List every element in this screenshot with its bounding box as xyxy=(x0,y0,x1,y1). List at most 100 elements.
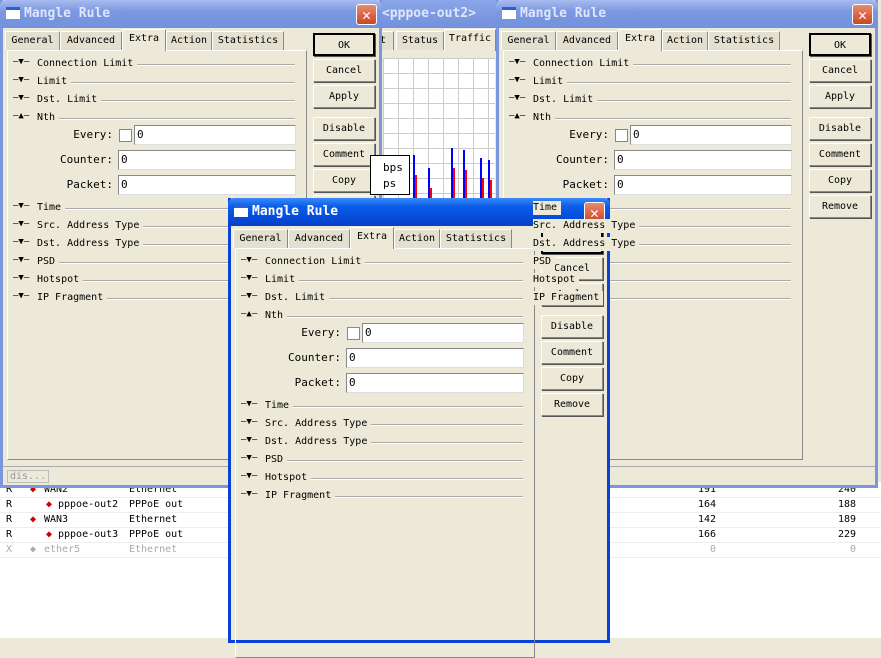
every-input[interactable]: 0 xyxy=(362,323,524,343)
tab-advanced[interactable]: Advanced xyxy=(288,229,350,248)
section-limit[interactable]: —▼— Limit xyxy=(241,273,523,287)
tab-advanced[interactable]: Advanced xyxy=(556,31,618,50)
tab-general[interactable]: General xyxy=(5,31,60,50)
ok-button[interactable]: OK xyxy=(809,33,871,56)
every-checkbox[interactable] xyxy=(119,129,132,142)
section-src-address-type[interactable]: —▼—Src. Address Type xyxy=(241,417,523,431)
section-connection-limit[interactable]: —▼— Connection Limit xyxy=(13,57,295,71)
expand-arrow-icon[interactable]: —▼— xyxy=(241,489,261,499)
cancel-button[interactable]: Cancel xyxy=(809,59,871,82)
section-nth[interactable]: —▲— Nth xyxy=(13,111,295,125)
section-hotspot[interactable]: —▼—Hotspot xyxy=(241,471,523,485)
expand-arrow-icon[interactable]: —▼— xyxy=(13,75,33,85)
expand-arrow-icon[interactable]: —▼— xyxy=(241,273,261,283)
disable-button[interactable]: Disable xyxy=(541,315,603,338)
expand-arrow-icon[interactable]: —▼— xyxy=(509,93,529,103)
comment-button[interactable]: Comment xyxy=(541,341,603,364)
section-dst-limit[interactable]: —▼— Dst. Limit xyxy=(509,93,791,107)
expand-arrow-icon[interactable]: —▼— xyxy=(13,93,33,103)
section-src-address-type[interactable]: —▼—Src. Address Type xyxy=(509,219,791,233)
expand-arrow-icon[interactable]: —▼— xyxy=(13,255,33,265)
tab-advanced[interactable]: Advanced xyxy=(60,31,122,50)
close-button[interactable]: ✕ xyxy=(852,4,873,25)
close-button[interactable]: ✕ xyxy=(356,4,377,25)
tab-extra[interactable]: Extra xyxy=(618,29,662,51)
tab-action[interactable]: Action xyxy=(394,229,440,248)
disable-button[interactable]: Disable xyxy=(313,117,375,140)
expand-arrow-icon[interactable]: —▼— xyxy=(241,255,261,265)
tab-action[interactable]: Action xyxy=(166,31,212,50)
section-connection-limit[interactable]: —▼— Connection Limit xyxy=(241,255,523,269)
section-dst-address-type[interactable]: —▼—Dst. Address Type xyxy=(509,237,791,251)
apply-button[interactable]: Apply xyxy=(809,85,871,108)
tab-statistics[interactable]: Statistics xyxy=(440,229,512,248)
expand-arrow-icon[interactable]: —▼— xyxy=(241,435,261,445)
expand-arrow-icon[interactable]: —▼— xyxy=(241,417,261,427)
section-hotspot[interactable]: —▼—Hotspot xyxy=(509,273,791,287)
collapse-arrow-icon[interactable]: —▲— xyxy=(241,309,261,319)
section-nth[interactable]: —▲— Nth xyxy=(509,111,791,125)
section-ip-fragment[interactable]: —▼—IP Fragment xyxy=(241,489,523,503)
section-dst-address-type[interactable]: —▼—Dst. Address Type xyxy=(241,435,523,449)
right-titlebar[interactable]: Mangle Rule ✕ xyxy=(496,0,878,28)
tab-action[interactable]: Action xyxy=(662,31,708,50)
expand-arrow-icon[interactable]: —▼— xyxy=(13,273,33,283)
copy-button[interactable]: Copy xyxy=(541,367,603,390)
expand-arrow-icon[interactable]: —▼— xyxy=(13,237,33,247)
section-limit[interactable]: —▼— Limit xyxy=(13,75,295,89)
section-ip-fragment[interactable]: —▼—IP Fragment xyxy=(509,291,791,305)
every-input[interactable]: 0 xyxy=(134,125,296,145)
ok-button[interactable]: OK xyxy=(313,33,375,56)
cancel-button[interactable]: Cancel xyxy=(313,59,375,82)
section-time[interactable]: —▼—Time xyxy=(509,201,791,215)
counter-input[interactable]: 0 xyxy=(118,150,296,170)
section-nth[interactable]: —▲— Nth xyxy=(241,309,523,323)
tab-extra[interactable]: Extra xyxy=(350,227,394,249)
section-time[interactable]: —▼—Time xyxy=(241,399,523,413)
disable-button[interactable]: Disable xyxy=(809,117,871,140)
expand-arrow-icon[interactable]: —▼— xyxy=(241,453,261,463)
counter-input[interactable]: 0 xyxy=(614,150,792,170)
apply-button[interactable]: Apply xyxy=(313,85,375,108)
packet-input[interactable]: 0 xyxy=(614,175,792,195)
tab-traffic[interactable]: Traffic xyxy=(444,29,496,51)
expand-arrow-icon[interactable]: —▼— xyxy=(241,471,261,481)
tab-statistics[interactable]: Statistics xyxy=(708,31,780,50)
every-checkbox[interactable] xyxy=(615,129,628,142)
expand-arrow-icon[interactable]: —▼— xyxy=(13,291,33,301)
section-psd[interactable]: —▼—PSD xyxy=(241,453,523,467)
expand-arrow-icon[interactable]: —▼— xyxy=(13,57,33,67)
expand-arrow-icon[interactable]: —▼— xyxy=(241,399,261,409)
tab-general[interactable]: General xyxy=(233,229,288,248)
expand-arrow-icon[interactable]: —▼— xyxy=(13,219,33,229)
left-titlebar[interactable]: Mangle Rule ✕ xyxy=(0,0,382,28)
expand-arrow-icon[interactable]: —▼— xyxy=(13,201,33,211)
collapse-arrow-icon[interactable]: —▲— xyxy=(13,111,33,121)
graph-legend: bps ps xyxy=(370,155,410,195)
section-dst-limit[interactable]: —▼— Dst. Limit xyxy=(241,291,523,305)
expand-arrow-icon[interactable]: —▼— xyxy=(509,57,529,67)
packet-input[interactable]: 0 xyxy=(346,373,524,393)
every-input[interactable]: 0 xyxy=(630,125,792,145)
remove-button[interactable]: Remove xyxy=(809,195,871,218)
remove-button[interactable]: Remove xyxy=(541,393,603,416)
tab-general[interactable]: General xyxy=(501,31,556,50)
tab-statistics[interactable]: Statistics xyxy=(212,31,284,50)
packet-input[interactable]: 0 xyxy=(118,175,296,195)
copy-button[interactable]: Copy xyxy=(809,169,871,192)
collapse-arrow-icon[interactable]: —▲— xyxy=(509,111,529,121)
tab-status[interactable]: Status xyxy=(396,31,444,50)
every-checkbox[interactable] xyxy=(347,327,360,340)
expand-arrow-icon[interactable]: —▼— xyxy=(241,291,261,301)
expand-arrow-icon[interactable]: —▼— xyxy=(509,75,529,85)
section-psd[interactable]: —▼—PSD xyxy=(509,255,791,269)
copy-button[interactable]: Copy xyxy=(313,169,375,192)
section-limit[interactable]: —▼— Limit xyxy=(509,75,791,89)
comment-button[interactable]: Comment xyxy=(809,143,871,166)
tab-extra[interactable]: Extra xyxy=(122,29,166,51)
section-connection-limit[interactable]: —▼— Connection Limit xyxy=(509,57,791,71)
counter-input[interactable]: 0 xyxy=(346,348,524,368)
section-dst-limit[interactable]: —▼— Dst. Limit xyxy=(13,93,295,107)
interface-name: WAN3 xyxy=(44,514,69,525)
comment-button[interactable]: Comment xyxy=(313,143,375,166)
